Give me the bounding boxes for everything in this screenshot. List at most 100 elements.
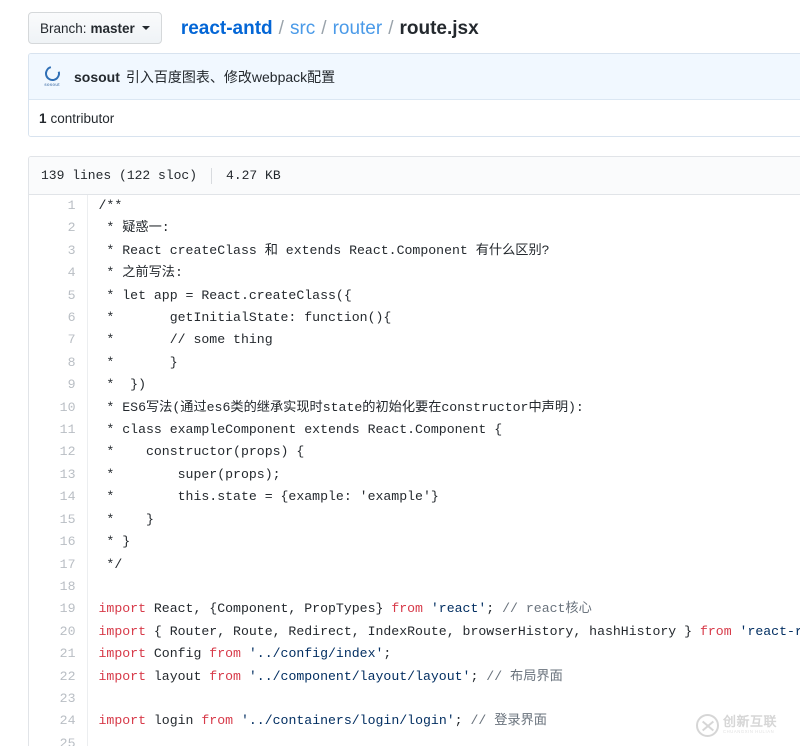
breadcrumb-separator: / — [321, 17, 327, 39]
code-line-content: /** — [87, 195, 800, 217]
code-line-row: 12 * constructor(props) { — [29, 441, 800, 464]
line-number[interactable]: 14 — [29, 486, 88, 509]
code-line-content: * } — [87, 509, 800, 531]
line-number[interactable]: 22 — [29, 665, 88, 688]
code-token-k: import — [98, 646, 146, 662]
code-line-row: 2 * 疑惑一: — [29, 217, 800, 240]
code-token-plain: ; — [383, 646, 392, 662]
code-token-c: // react核心 — [502, 601, 592, 617]
latest-commit-row: sosout sosout 引入百度图表、修改webpack配置 — [29, 54, 800, 100]
line-number[interactable]: 9 — [29, 374, 88, 397]
code-line-row: 22 import layout from '../component/layou… — [29, 665, 800, 688]
line-number[interactable]: 8 — [29, 351, 88, 375]
code-line-row: 4 * 之前写法: — [29, 262, 800, 285]
line-number[interactable]: 21 — [29, 643, 88, 666]
code-token-plain: ; — [454, 713, 471, 729]
code-token-k: from — [391, 601, 423, 617]
line-number[interactable]: 20 — [29, 620, 88, 644]
line-number[interactable]: 19 — [29, 598, 88, 621]
code-line-row: 11 * class exampleComponent extends Reac… — [29, 419, 800, 442]
code-token-plain: * ES6写法(通过es6类的继承实现时state的初始化要在construct… — [98, 399, 584, 415]
avatar[interactable]: sosout — [39, 62, 65, 92]
code-token-plain: layout — [145, 668, 210, 684]
code-token-s: '../config/index' — [248, 646, 384, 662]
line-number[interactable]: 11 — [29, 419, 88, 442]
line-number[interactable]: 15 — [29, 508, 88, 532]
code-line-content — [87, 733, 800, 746]
code-line-content: import React, {Component, PropTypes} fro… — [87, 598, 800, 620]
avatar-label: sosout — [44, 82, 60, 87]
code-line-content: * constructor(props) { — [87, 441, 800, 463]
code-token-s: 'react-router' — [739, 623, 800, 639]
code-token-k: from — [201, 713, 234, 729]
code-line-row: 20 import { Router, Route, Redirect, Inde… — [29, 620, 800, 644]
line-number[interactable]: 4 — [29, 262, 88, 285]
code-line-row: 25 — [29, 732, 800, 746]
breadcrumb-repo-link[interactable]: react-antd — [181, 19, 273, 38]
code-token-plain: * } — [98, 511, 154, 527]
code-token-k: from — [699, 623, 732, 639]
contributors-row[interactable]: 1 contributor — [29, 100, 800, 136]
code-line-content: * // some thing — [87, 329, 800, 351]
meta-divider — [211, 167, 213, 184]
code-line-row: 3 * React createClass 和 extends React.Co… — [29, 239, 800, 263]
code-token-s: '../containers/login/login' — [240, 713, 455, 729]
code-token-plain: { Router, Route, Redirect, IndexRoute, b… — [145, 623, 700, 639]
code-line-content: import { Router, Route, Redirect, IndexR… — [87, 621, 800, 643]
line-number[interactable]: 13 — [29, 463, 88, 487]
line-number[interactable]: 7 — [29, 329, 88, 352]
code-token-plain: */ — [98, 556, 123, 572]
line-number[interactable]: 17 — [29, 553, 88, 576]
code-token-k: import — [98, 601, 146, 617]
breadcrumb-dir-router-link[interactable]: router — [333, 19, 383, 38]
line-number[interactable]: 1 — [29, 195, 88, 218]
code-line-row: 8 * } — [29, 351, 800, 375]
code-token-plain: * getInitialState: function(){ — [98, 310, 392, 326]
line-number[interactable]: 12 — [29, 441, 88, 464]
code-line-row: 16 * } — [29, 531, 800, 554]
line-number[interactable]: 6 — [29, 307, 88, 330]
code-token-s: 'react' — [430, 601, 487, 617]
code-line-content: * } — [87, 531, 800, 553]
code-token-plain: * 之前写法: — [98, 265, 183, 281]
branch-selector-button[interactable]: Branch: master — [28, 12, 162, 44]
code-line-content: * React createClass 和 extends React.Comp… — [87, 240, 800, 262]
code-token-plain: React, {Component, PropTypes} — [145, 601, 392, 617]
line-number[interactable]: 18 — [29, 575, 88, 599]
line-number[interactable]: 16 — [29, 531, 88, 554]
code-line-content: * ES6写法(通过es6类的继承实现时state的初始化要在construct… — [87, 397, 800, 419]
code-token-plain: * } — [98, 354, 178, 370]
contributor-count: 1 — [39, 110, 47, 126]
line-number[interactable]: 10 — [29, 396, 88, 420]
line-number[interactable]: 25 — [29, 732, 88, 746]
code-token-plain: * class exampleComponent extends React.C… — [98, 422, 503, 438]
commit-author-link[interactable]: sosout — [74, 69, 120, 85]
code-line-row: 7 * // some thing — [29, 329, 800, 352]
code-token-plain: * this.state = {example: 'example'} — [98, 489, 439, 505]
code-line-content: * super(props); — [87, 464, 800, 486]
line-number[interactable]: 5 — [29, 284, 88, 308]
commit-message-link[interactable]: 引入百度图表、修改webpack配置 — [126, 67, 335, 87]
code-line-content: * 疑惑一: — [87, 217, 800, 239]
branch-name-label: master — [90, 20, 135, 36]
code-token-plain: /** — [98, 198, 123, 213]
line-number[interactable]: 24 — [29, 710, 88, 733]
code-line-row: 5 * let app = React.createClass({ — [29, 284, 800, 308]
breadcrumb: react-antd / src / router / route.jsx — [181, 19, 479, 38]
blob-header: 139 lines (122 sloc) 4.27 KB — [29, 157, 800, 195]
line-number[interactable]: 2 — [29, 217, 88, 240]
line-number[interactable]: 23 — [29, 687, 88, 711]
code-line-content: import Config from '../config/index'; — [87, 643, 800, 665]
file-size: 4.27 KB — [226, 168, 281, 183]
code-token-k: from — [209, 646, 241, 662]
code-line-content: * 之前写法: — [87, 262, 800, 284]
line-number[interactable]: 3 — [29, 239, 88, 263]
code-token-plain: * }) — [98, 377, 146, 393]
breadcrumb-dir-src-link[interactable]: src — [290, 19, 315, 38]
branch-prefix-label: Branch: — [40, 20, 87, 36]
code-token-k: import — [98, 713, 146, 729]
avatar-ring-icon — [41, 63, 63, 84]
